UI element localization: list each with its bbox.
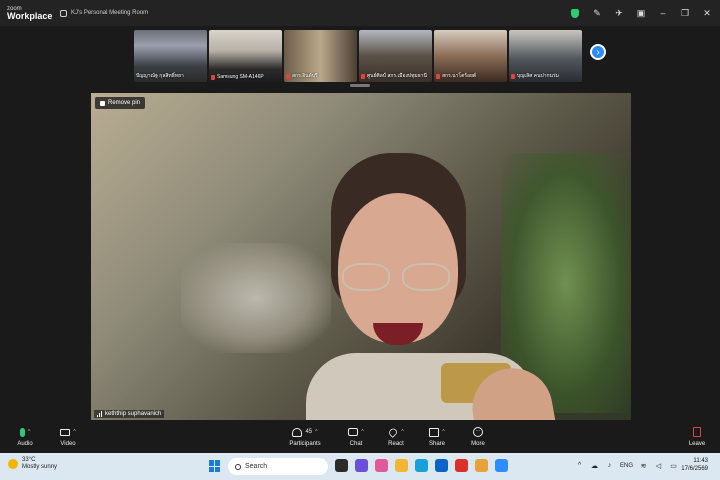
search-label: Search bbox=[245, 463, 268, 470]
mic-tray-icon[interactable]: ♪ bbox=[605, 461, 614, 470]
speaker-video[interactable]: Remove pin keththip suphavanich bbox=[91, 93, 631, 420]
wifi-icon[interactable]: ≋ bbox=[639, 461, 648, 470]
clock[interactable]: 11:43 17/6/2569 bbox=[681, 458, 708, 474]
signal-bars-icon bbox=[97, 411, 102, 417]
wps-icon[interactable] bbox=[455, 459, 468, 472]
share-button[interactable]: ^ Share bbox=[415, 424, 459, 452]
chevron-up-icon[interactable]: ^ bbox=[28, 429, 30, 435]
chat-button[interactable]: ^ Chat bbox=[334, 424, 378, 452]
participants-button[interactable]: 45 ^ Participants bbox=[280, 424, 330, 452]
next-page-chevron-right-icon[interactable]: › bbox=[590, 44, 606, 60]
title-bar: zoom Workplace KJ's Personal Meeting Roo… bbox=[0, 0, 720, 26]
thumbnail-list: ปัญญาณัฐ กุลสิทธิ์ทยา Samsung SM-A146P ส… bbox=[134, 30, 582, 82]
zoom-app-icon[interactable] bbox=[495, 459, 508, 472]
chrome-icon[interactable] bbox=[475, 459, 488, 472]
chevron-up-icon[interactable]: ^ bbox=[361, 429, 363, 435]
taskbar-search[interactable]: Search bbox=[228, 458, 328, 475]
mic-muted-icon bbox=[286, 73, 290, 79]
minimize-icon[interactable]: – bbox=[658, 8, 668, 18]
speaker-figure bbox=[306, 153, 566, 420]
participant-thumb[interactable]: บุญเลิศ คนปากนร่ม bbox=[509, 30, 582, 82]
chevron-up-icon[interactable]: ^ bbox=[575, 461, 584, 470]
remove-pin-button[interactable]: Remove pin bbox=[95, 97, 146, 109]
volume-icon[interactable]: ◁ bbox=[654, 461, 663, 470]
chevron-up-icon[interactable]: ^ bbox=[401, 429, 403, 435]
task-view-icon[interactable] bbox=[335, 459, 348, 472]
info-icon bbox=[60, 9, 67, 17]
file-explorer-icon[interactable] bbox=[395, 459, 408, 472]
pin-icon bbox=[100, 100, 105, 106]
copilot-icon[interactable] bbox=[375, 459, 388, 472]
windows-taskbar: 33°C Mostly sunny Search ^ ☁ ♪ ENG ≋ ◁ ▭… bbox=[0, 453, 720, 480]
security-shield-icon[interactable] bbox=[570, 8, 580, 18]
language-indicator[interactable]: ENG bbox=[620, 463, 633, 469]
weather-desc: Mostly sunny bbox=[22, 464, 58, 471]
remove-pin-label: Remove pin bbox=[108, 100, 141, 106]
system-tray: ^ ☁ ♪ ENG ≋ ◁ ▭ bbox=[575, 461, 678, 470]
clock-time: 11:43 bbox=[693, 458, 708, 464]
share-screen-icon bbox=[429, 427, 440, 437]
camera-icon bbox=[60, 428, 71, 436]
cloud-icon[interactable]: ☁ bbox=[590, 461, 599, 470]
mic-muted-icon bbox=[436, 73, 440, 79]
participant-thumb[interactable]: ศูนย์ศิลป์ สกร.เมืองปทุมธานี bbox=[359, 30, 432, 82]
maximize-icon[interactable]: ❐ bbox=[680, 8, 690, 18]
chevron-up-icon[interactable]: ^ bbox=[73, 429, 75, 435]
participant-thumb[interactable]: สกร.นาโตร้อยต์ bbox=[434, 30, 507, 82]
leave-door-icon bbox=[693, 427, 701, 437]
mic-muted-icon bbox=[361, 73, 365, 79]
participant-count: 45 bbox=[305, 429, 313, 435]
clock-date: 17/6/2569 bbox=[681, 465, 708, 472]
participant-name: บุญเลิศ คนปากนร่ม bbox=[517, 73, 559, 79]
participant-name: ศูนย์ศิลป์ สกร.เมืองปทุมธานี bbox=[367, 73, 427, 79]
sun-icon bbox=[8, 459, 18, 470]
weather-widget[interactable]: 33°C Mostly sunny bbox=[8, 457, 57, 471]
pinned-apps bbox=[335, 459, 508, 472]
speaker-name: keththip suphavanich bbox=[105, 411, 162, 417]
heart-icon bbox=[387, 426, 399, 438]
mic-muted-icon bbox=[211, 74, 215, 80]
more-button[interactable]: ··· More bbox=[456, 424, 500, 452]
start-windows-icon[interactable] bbox=[209, 460, 221, 472]
meeting-info[interactable]: KJ's Personal Meeting Room bbox=[60, 9, 149, 17]
search-icon bbox=[235, 463, 241, 470]
participant-strip: ปัญญาณัฐ กุลสิทธิ์ทยา Samsung SM-A146P ส… bbox=[0, 26, 720, 88]
zoom-logo: zoom Workplace bbox=[0, 6, 52, 21]
react-button[interactable]: ^ React bbox=[374, 424, 418, 452]
participant-name: Samsung SM-A146P bbox=[217, 74, 264, 80]
edge-icon[interactable] bbox=[415, 459, 428, 472]
participant-thumb[interactable]: Samsung SM-A146P bbox=[209, 30, 282, 82]
chevron-up-icon[interactable]: ^ bbox=[315, 429, 317, 435]
participant-name: สกร.อินด์บุรี bbox=[292, 73, 318, 79]
chat-bubble-icon bbox=[348, 428, 359, 436]
view-icon[interactable]: ▣ bbox=[636, 8, 646, 18]
meeting-toolbar: ^ Audio ^ Video 45 ^ Participants ^ Chat … bbox=[0, 420, 720, 453]
participant-name: สกร.นาโตร้อยต์ bbox=[442, 73, 477, 79]
strip-resize-handle[interactable] bbox=[350, 84, 370, 87]
speaker-name-tag: keththip suphavanich bbox=[94, 410, 165, 418]
leave-button[interactable]: Leave bbox=[675, 424, 719, 452]
close-icon[interactable]: ✕ bbox=[702, 8, 712, 18]
participant-thumb[interactable]: สกร.อินด์บุรี bbox=[284, 30, 357, 82]
pin-icon[interactable]: ✈ bbox=[614, 8, 624, 18]
brand-bottom: Workplace bbox=[7, 10, 53, 21]
mic-muted-icon bbox=[511, 73, 515, 79]
battery-icon[interactable]: ▭ bbox=[669, 461, 678, 470]
people-icon bbox=[292, 427, 303, 437]
participant-thumb[interactable]: ปัญญาณัฐ กุลสิทธิ์ทยา bbox=[134, 30, 207, 82]
participant-name: ปัญญาณัฐ กุลสิทธิ์ทยา bbox=[136, 73, 184, 79]
audio-button[interactable]: ^ Audio bbox=[3, 424, 47, 452]
video-button[interactable]: ^ Video bbox=[46, 424, 90, 452]
pen-icon[interactable]: ✎ bbox=[592, 8, 602, 18]
outlook-icon[interactable] bbox=[435, 459, 448, 472]
ellipsis-icon: ··· bbox=[473, 427, 483, 437]
chevron-up-icon[interactable]: ^ bbox=[442, 429, 444, 435]
window-controls: ✎ ✈ ▣ – ❐ ✕ bbox=[570, 0, 712, 26]
room-title: KJ's Personal Meeting Room bbox=[71, 10, 149, 16]
weather-temp: 33°C bbox=[22, 457, 36, 463]
teams-icon[interactable] bbox=[355, 459, 368, 472]
microphone-icon bbox=[19, 427, 25, 437]
